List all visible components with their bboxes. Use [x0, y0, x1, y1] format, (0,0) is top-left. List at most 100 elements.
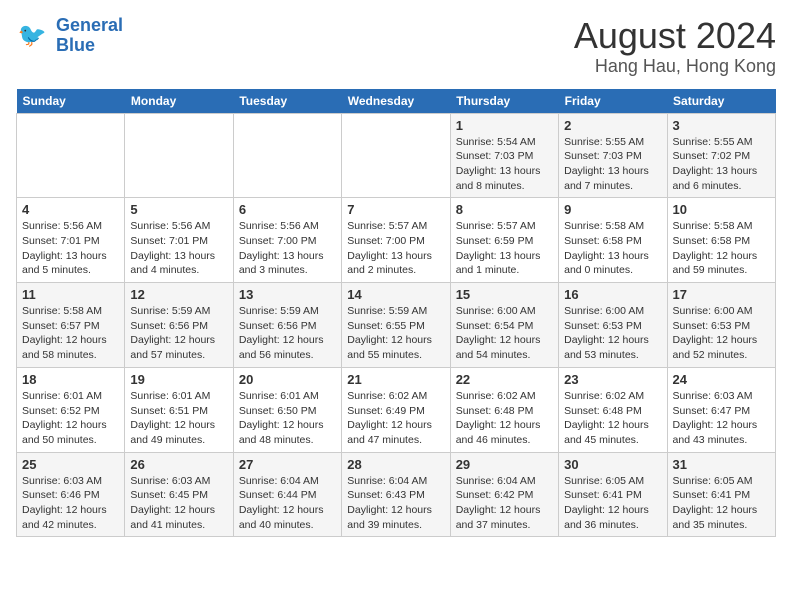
day-number: 9 — [564, 202, 661, 217]
calendar-week-row: 1Sunrise: 5:54 AM Sunset: 7:03 PM Daylig… — [17, 113, 776, 198]
header-sunday: Sunday — [17, 89, 125, 114]
calendar-cell: 14 Sunrise: 5:59 AM Sunset: 6:55 PM Dayli… — [342, 283, 450, 368]
page-title: August 2024 — [574, 16, 776, 56]
day-info: Sunrise: 5:58 AM Sunset: 6:58 PM Dayligh… — [564, 219, 661, 278]
day-info: Sunrise: 6:03 AM Sunset: 6:45 PM Dayligh… — [130, 474, 227, 533]
header-thursday: Thursday — [450, 89, 558, 114]
logo: 🐦 General Blue — [16, 16, 123, 56]
logo-line1: General — [56, 15, 123, 35]
day-number: 29 — [456, 457, 553, 472]
day-info: Sunrise: 6:00 AM Sunset: 6:53 PM Dayligh… — [673, 304, 770, 363]
day-number: 20 — [239, 372, 336, 387]
calendar-cell — [233, 113, 341, 198]
calendar-cell: 26 Sunrise: 6:03 AM Sunset: 6:45 PM Dayli… — [125, 452, 233, 537]
day-info: Sunrise: 5:56 AM Sunset: 7:00 PM Dayligh… — [239, 219, 336, 278]
day-number: 3 — [673, 118, 770, 133]
calendar-cell: 25 Sunrise: 6:03 AM Sunset: 6:46 PM Dayli… — [17, 452, 125, 537]
calendar-cell: 11 Sunrise: 5:58 AM Sunset: 6:57 PM Dayli… — [17, 283, 125, 368]
calendar-header-row: SundayMondayTuesdayWednesdayThursdayFrid… — [17, 89, 776, 114]
calendar-cell: 10Sunrise: 5:58 AM Sunset: 6:58 PM Dayli… — [667, 198, 775, 283]
calendar-cell: 5Sunrise: 5:56 AM Sunset: 7:01 PM Daylig… — [125, 198, 233, 283]
day-number: 26 — [130, 457, 227, 472]
day-info: Sunrise: 6:03 AM Sunset: 6:46 PM Dayligh… — [22, 474, 119, 533]
day-info: Sunrise: 6:04 AM Sunset: 6:43 PM Dayligh… — [347, 474, 444, 533]
calendar-cell: 20 Sunrise: 6:01 AM Sunset: 6:50 PM Dayli… — [233, 367, 341, 452]
calendar-week-row: 11 Sunrise: 5:58 AM Sunset: 6:57 PM Dayli… — [17, 283, 776, 368]
calendar-cell — [342, 113, 450, 198]
calendar-cell: 31Sunrise: 6:05 AM Sunset: 6:41 PM Dayli… — [667, 452, 775, 537]
calendar-cell: 13Sunrise: 5:59 AM Sunset: 6:56 PM Dayli… — [233, 283, 341, 368]
calendar-cell: 28 Sunrise: 6:04 AM Sunset: 6:43 PM Dayli… — [342, 452, 450, 537]
day-info: Sunrise: 6:01 AM Sunset: 6:52 PM Dayligh… — [22, 389, 119, 448]
day-info: Sunrise: 5:55 AM Sunset: 7:02 PM Dayligh… — [673, 135, 770, 194]
calendar-cell: 16 Sunrise: 6:00 AM Sunset: 6:53 PM Dayli… — [559, 283, 667, 368]
calendar-cell: 8Sunrise: 5:57 AM Sunset: 6:59 PM Daylig… — [450, 198, 558, 283]
calendar-cell: 19 Sunrise: 6:01 AM Sunset: 6:51 PM Dayli… — [125, 367, 233, 452]
day-number: 8 — [456, 202, 553, 217]
calendar-cell: 3 Sunrise: 5:55 AM Sunset: 7:02 PM Daylig… — [667, 113, 775, 198]
svg-text:🐦: 🐦 — [18, 22, 47, 48]
day-info: Sunrise: 6:02 AM Sunset: 6:48 PM Dayligh… — [564, 389, 661, 448]
logo-text: General Blue — [56, 16, 123, 56]
calendar-cell: 29Sunrise: 6:04 AM Sunset: 6:42 PM Dayli… — [450, 452, 558, 537]
day-number: 2 — [564, 118, 661, 133]
calendar-cell: 27Sunrise: 6:04 AM Sunset: 6:44 PM Dayli… — [233, 452, 341, 537]
calendar-cell — [125, 113, 233, 198]
day-number: 10 — [673, 202, 770, 217]
day-info: Sunrise: 6:01 AM Sunset: 6:50 PM Dayligh… — [239, 389, 336, 448]
header-wednesday: Wednesday — [342, 89, 450, 114]
day-info: Sunrise: 5:59 AM Sunset: 6:56 PM Dayligh… — [130, 304, 227, 363]
day-number: 14 — [347, 287, 444, 302]
day-number: 6 — [239, 202, 336, 217]
day-number: 11 — [22, 287, 119, 302]
day-info: Sunrise: 5:57 AM Sunset: 7:00 PM Dayligh… — [347, 219, 444, 278]
day-number: 21 — [347, 372, 444, 387]
logo-line2: Blue — [56, 35, 95, 55]
day-info: Sunrise: 6:03 AM Sunset: 6:47 PM Dayligh… — [673, 389, 770, 448]
page-subtitle: Hang Hau, Hong Kong — [574, 56, 776, 77]
day-number: 12 — [130, 287, 227, 302]
calendar-cell: 17 Sunrise: 6:00 AM Sunset: 6:53 PM Dayli… — [667, 283, 775, 368]
calendar-week-row: 18Sunrise: 6:01 AM Sunset: 6:52 PM Dayli… — [17, 367, 776, 452]
day-info: Sunrise: 6:00 AM Sunset: 6:54 PM Dayligh… — [456, 304, 553, 363]
day-info: Sunrise: 5:59 AM Sunset: 6:56 PM Dayligh… — [239, 304, 336, 363]
day-info: Sunrise: 6:04 AM Sunset: 6:44 PM Dayligh… — [239, 474, 336, 533]
header-tuesday: Tuesday — [233, 89, 341, 114]
calendar-week-row: 25 Sunrise: 6:03 AM Sunset: 6:46 PM Dayli… — [17, 452, 776, 537]
logo-icon: 🐦 — [16, 18, 52, 54]
day-number: 22 — [456, 372, 553, 387]
calendar-cell: 7Sunrise: 5:57 AM Sunset: 7:00 PM Daylig… — [342, 198, 450, 283]
day-info: Sunrise: 6:01 AM Sunset: 6:51 PM Dayligh… — [130, 389, 227, 448]
day-info: Sunrise: 6:05 AM Sunset: 6:41 PM Dayligh… — [564, 474, 661, 533]
calendar-cell: 1Sunrise: 5:54 AM Sunset: 7:03 PM Daylig… — [450, 113, 558, 198]
calendar-cell: 23Sunrise: 6:02 AM Sunset: 6:48 PM Dayli… — [559, 367, 667, 452]
calendar-cell: 6 Sunrise: 5:56 AM Sunset: 7:00 PM Daylig… — [233, 198, 341, 283]
calendar-cell: 21 Sunrise: 6:02 AM Sunset: 6:49 PM Dayli… — [342, 367, 450, 452]
header-friday: Friday — [559, 89, 667, 114]
day-number: 5 — [130, 202, 227, 217]
day-info: Sunrise: 6:02 AM Sunset: 6:48 PM Dayligh… — [456, 389, 553, 448]
day-info: Sunrise: 6:02 AM Sunset: 6:49 PM Dayligh… — [347, 389, 444, 448]
day-number: 28 — [347, 457, 444, 472]
day-number: 19 — [130, 372, 227, 387]
day-number: 25 — [22, 457, 119, 472]
calendar-cell: 9 Sunrise: 5:58 AM Sunset: 6:58 PM Daylig… — [559, 198, 667, 283]
day-number: 31 — [673, 457, 770, 472]
day-info: Sunrise: 5:55 AM Sunset: 7:03 PM Dayligh… — [564, 135, 661, 194]
day-info: Sunrise: 5:59 AM Sunset: 6:55 PM Dayligh… — [347, 304, 444, 363]
day-number: 16 — [564, 287, 661, 302]
day-info: Sunrise: 5:58 AM Sunset: 6:57 PM Dayligh… — [22, 304, 119, 363]
calendar-table: SundayMondayTuesdayWednesdayThursdayFrid… — [16, 89, 776, 538]
day-number: 24 — [673, 372, 770, 387]
calendar-cell: 2 Sunrise: 5:55 AM Sunset: 7:03 PM Daylig… — [559, 113, 667, 198]
day-number: 15 — [456, 287, 553, 302]
header-saturday: Saturday — [667, 89, 775, 114]
calendar-cell — [17, 113, 125, 198]
calendar-cell: 18Sunrise: 6:01 AM Sunset: 6:52 PM Dayli… — [17, 367, 125, 452]
day-number: 17 — [673, 287, 770, 302]
calendar-cell: 15 Sunrise: 6:00 AM Sunset: 6:54 PM Dayli… — [450, 283, 558, 368]
day-info: Sunrise: 6:00 AM Sunset: 6:53 PM Dayligh… — [564, 304, 661, 363]
calendar-cell: 22 Sunrise: 6:02 AM Sunset: 6:48 PM Dayli… — [450, 367, 558, 452]
header-monday: Monday — [125, 89, 233, 114]
day-info: Sunrise: 5:54 AM Sunset: 7:03 PM Dayligh… — [456, 135, 553, 194]
